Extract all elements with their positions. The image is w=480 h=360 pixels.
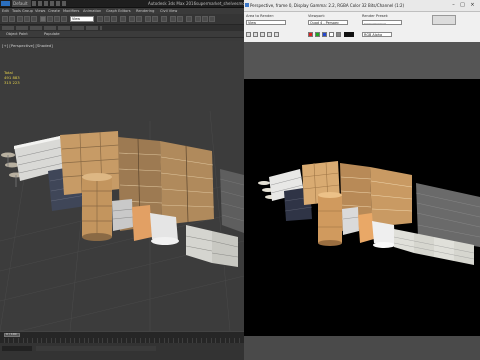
rendered-scene	[258, 161, 480, 265]
render-icon[interactable]	[209, 16, 215, 22]
green-channel-icon[interactable]	[315, 32, 320, 37]
frame-window-bottom	[244, 336, 480, 360]
render-button[interactable]	[432, 15, 456, 25]
maximize-icon[interactable]: □	[458, 2, 467, 9]
viewport-scene	[0, 110, 244, 331]
rendered-frame-window: Perspective, frame 0, Display Gamma: 2.2…	[244, 0, 480, 360]
clone-frame-icon[interactable]	[260, 32, 265, 37]
render-area-padding	[244, 42, 480, 79]
viewport-dropdown[interactable]: Quad 4 - Perspec	[308, 20, 348, 25]
frame-window-controls: Area to Render: View Viewport: Quad 4 - …	[244, 12, 480, 42]
frame-window-icon	[245, 3, 249, 7]
layer-icon[interactable]	[161, 16, 167, 22]
region-select-icon[interactable]	[54, 16, 60, 22]
snap-icon[interactable]	[129, 16, 135, 22]
workspace-selector[interactable]: Default	[12, 0, 31, 7]
ribbon-populate[interactable]: Populate	[44, 32, 60, 36]
bind-space-warp-icon[interactable]	[31, 16, 37, 22]
render-cylinder-display	[318, 192, 342, 246]
rendered-image[interactable]	[244, 79, 480, 336]
save-image-icon[interactable]	[246, 32, 251, 37]
frame-window-title-bar: Perspective, frame 0, Display Gamma: 2.2…	[244, 0, 480, 12]
minimize-icon[interactable]: –	[449, 2, 458, 9]
mirror-icon[interactable]	[145, 16, 151, 22]
ribbon-object-paint[interactable]: Object Paint	[6, 32, 28, 36]
move-icon[interactable]	[97, 16, 103, 22]
render-preset-label: Render Preset:	[362, 14, 389, 18]
copy-image-icon[interactable]	[253, 32, 258, 37]
file-name: supermarket_shelvesmodel	[196, 1, 244, 6]
rotate-icon[interactable]	[104, 16, 110, 22]
app-logo[interactable]	[1, 1, 10, 6]
area-to-render-label: Area to Render:	[246, 14, 275, 18]
maxscript-listener[interactable]	[2, 346, 32, 351]
blue-channel-icon[interactable]	[322, 32, 327, 37]
low-gondola-shelves	[185, 225, 239, 267]
render-frame-icon[interactable]	[202, 16, 208, 22]
max-title-bar: Default Autodesk 3ds Max 2016 supermarke…	[0, 0, 244, 8]
align-icon[interactable]	[152, 16, 158, 22]
select-by-name-icon[interactable]	[47, 16, 53, 22]
material-editor-icon[interactable]	[186, 16, 192, 22]
app-title: Autodesk 3ds Max 2016	[148, 1, 197, 6]
alpha-channel-icon[interactable]	[329, 32, 334, 37]
selection-filter-dropdown[interactable]: View	[70, 16, 94, 22]
round-wood-display	[82, 173, 112, 241]
render-white-cases	[342, 207, 360, 235]
ribbon-divider	[0, 37, 244, 38]
swatch[interactable]	[344, 32, 354, 37]
area-to-render-dropdown[interactable]: View	[246, 20, 286, 25]
render-setup-icon[interactable]	[195, 16, 201, 22]
curve-editor-icon[interactable]	[170, 16, 176, 22]
frame-window-title: Perspective, frame 0, Display Gamma: 2.2…	[250, 3, 405, 8]
link-icon[interactable]	[17, 16, 23, 22]
angle-snap-icon[interactable]	[136, 16, 142, 22]
select-icon[interactable]	[40, 16, 46, 22]
window-crossing-icon[interactable]	[61, 16, 67, 22]
monochrome-icon[interactable]	[336, 32, 341, 37]
scale-icon[interactable]	[111, 16, 117, 22]
schematic-icon[interactable]	[177, 16, 183, 22]
main-toolbar: View	[0, 14, 244, 25]
render-preset-dropdown[interactable]: ------------------	[362, 20, 402, 25]
time-slider-value: 0 / 100	[6, 332, 17, 336]
status-prompt	[36, 346, 156, 351]
wire-mesh-panel	[219, 169, 244, 233]
unlink-icon[interactable]	[24, 16, 30, 22]
quick-access-toolbar[interactable]	[32, 1, 68, 6]
max-window: Default Autodesk 3ds Max 2016 supermarke…	[0, 0, 244, 360]
channel-display-dropdown[interactable]: RGB Alpha	[362, 32, 392, 37]
white-display-cases	[112, 199, 134, 231]
redo-icon[interactable]	[9, 16, 15, 22]
red-channel-icon[interactable]	[308, 32, 313, 37]
perspective-viewport[interactable]: [+] [Perspective] [Shaded] Total 491 883…	[0, 41, 244, 331]
clear-icon[interactable]	[274, 32, 279, 37]
status-bar	[0, 343, 244, 360]
viewport-label-text: Viewport:	[308, 14, 326, 18]
close-icon[interactable]: ×	[468, 2, 477, 9]
ribbon-tabs-strip[interactable]	[2, 26, 102, 30]
pivot-icon[interactable]	[120, 16, 126, 22]
print-image-icon[interactable]	[267, 32, 272, 37]
undo-icon[interactable]	[2, 16, 8, 22]
